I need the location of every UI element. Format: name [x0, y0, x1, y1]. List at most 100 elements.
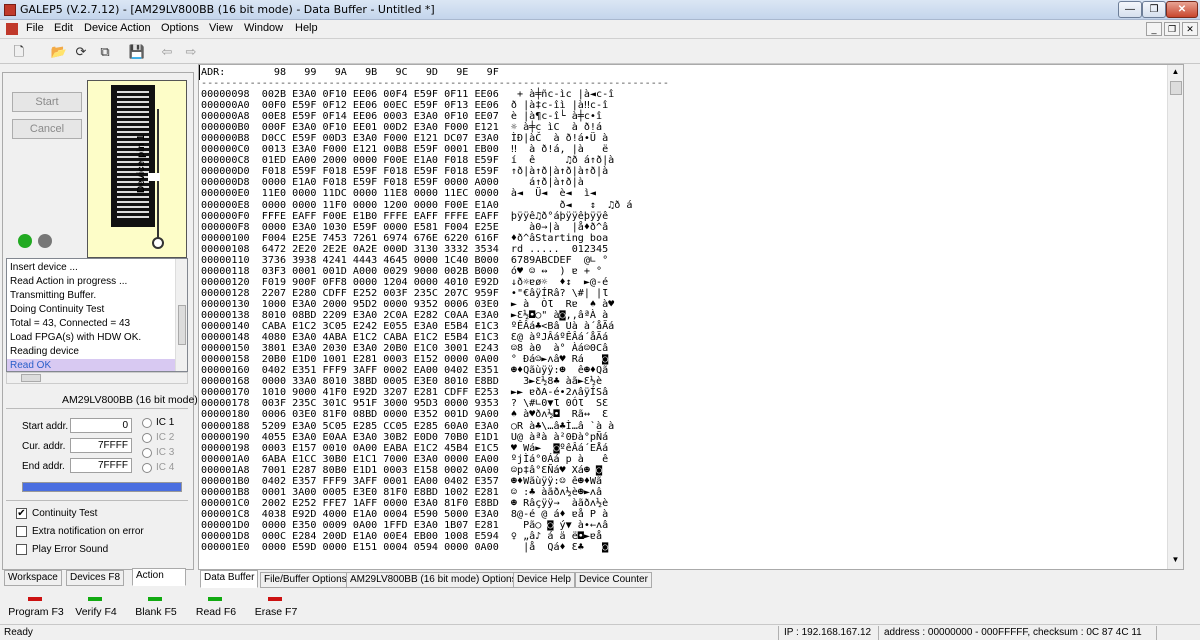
mdi-minimize-button[interactable]: _	[1146, 22, 1162, 36]
buffer-row[interactable]: 00000118 03F3 0001 001D A000 0029 9000 0…	[201, 266, 602, 277]
radio-ic3[interactable]	[142, 448, 152, 458]
buffer-row[interactable]: 000001C0 2002 E252 FFE7 1AFF 0000 E3A0 8…	[201, 498, 608, 509]
app-icon[interactable]	[4, 4, 16, 16]
buffer-row[interactable]: 000001E0 0000 E59D 0000 E151 0004 0594 0…	[201, 542, 608, 553]
radio-ic1[interactable]	[142, 418, 152, 428]
menu-edit[interactable]: Edit	[54, 22, 73, 34]
mdi-restore-button[interactable]: ❐	[1164, 22, 1180, 36]
buffer-row[interactable]: 000001A8 7001 E287 80B0 E1D1 0003 E158 0…	[201, 465, 602, 476]
buffer-row[interactable]: 00000178 003F 235C 301C 951F 3000 95D3 0…	[201, 398, 608, 409]
menu-options[interactable]: Options	[161, 22, 199, 34]
continuity-test-checkbox[interactable]: ✔	[16, 508, 27, 519]
cancel-button[interactable]: Cancel	[12, 119, 82, 139]
buffer-row[interactable]: 00000108 6472 2E20 2E2E 0A2E 000D 3130 3…	[201, 244, 608, 255]
buffer-row[interactable]: 000000F0 FFFE EAFF F00E E1B0 FFFE EAFF F…	[201, 211, 608, 222]
buffer-row[interactable]: 000001B0 0402 E357 FFF9 3AFF 0001 EA00 0…	[201, 476, 602, 487]
tab-file-buffer-options[interactable]: File/Buffer Options	[260, 572, 351, 588]
buffer-row[interactable]: 000001A0 6ABA E1CC 30B0 E1C1 7000 E3A0 0…	[201, 454, 608, 465]
save-icon[interactable]: 💾	[128, 43, 146, 61]
buffer-row[interactable]: 000001D8 000C E284 200D E1A0 00E4 EB00 1…	[201, 531, 602, 542]
buffer-row[interactable]: 00000128 2207 E280 CDFF E252 003F 235C 2…	[201, 288, 608, 299]
radio-ic4[interactable]	[142, 463, 152, 473]
maximize-button[interactable]: ❐	[1142, 1, 1166, 18]
buffer-row[interactable]: 000000E8 0000 0000 11F0 0000 1200 0000 F…	[201, 200, 632, 211]
buffer-row[interactable]: 00000180 0006 03E0 81F0 08BD 0000 E352 0…	[201, 409, 608, 420]
tab-devices[interactable]: Devices F8	[66, 570, 125, 586]
scroll-up-icon[interactable]: ▲	[1170, 67, 1181, 78]
buffer-scroll-thumb[interactable]	[1170, 81, 1182, 95]
tab-device-help[interactable]: Device Help	[513, 572, 575, 588]
buffer-row[interactable]: 00000198 0003 E157 0010 0A00 EABA E1C2 4…	[201, 443, 608, 454]
buffer-row[interactable]: 000000D0 F018 E59F F018 E59F F018 E59F F…	[201, 166, 608, 177]
buffer-row[interactable]: 000000A0 00F0 E59F 0F12 EE06 00EC E59F 0…	[201, 100, 608, 111]
tab-action[interactable]: Action	[132, 568, 186, 586]
program-label: Program F3	[8, 606, 64, 618]
buffer-row[interactable]: 00000120 F019 900F 0FF8 0000 1204 0000 4…	[201, 277, 608, 288]
buffer-row[interactable]: 000000E0 11E0 0000 11DC 0000 11E8 0000 1…	[201, 188, 596, 199]
cur-addr-field[interactable]: 7FFFF	[70, 438, 132, 453]
buffer-row[interactable]: 000000B0 000F E3A0 0F10 EE01 00D2 E3A0 F…	[201, 122, 602, 133]
menu-file[interactable]: File	[26, 22, 44, 34]
play-error-sound-checkbox[interactable]	[16, 544, 27, 555]
reload-icon[interactable]: ⟳	[72, 43, 90, 61]
scroll-down-icon[interactable]: ▼	[1170, 555, 1181, 566]
log-scroll-thumb[interactable]	[178, 305, 186, 345]
buffer-row[interactable]: 00000098 002B E3A0 0F10 EE06 00F4 E59F 0…	[201, 89, 614, 100]
tab-device-options[interactable]: AM29LV800BB (16 bit mode) Options	[346, 572, 521, 588]
buffer-row[interactable]: 00000110 3736 3938 4241 4443 4645 0000 1…	[201, 255, 608, 266]
mdi-close-button[interactable]: ✕	[1182, 22, 1198, 36]
buffer-row[interactable]: 00000148 4080 E3A0 4ABA E1C2 CABA E1C2 E…	[201, 332, 608, 343]
buffer-row[interactable]: 000000D8 0000 E1A0 F018 E59F F018 E59F 0…	[201, 177, 584, 188]
program-button[interactable]: Program F3	[6, 596, 66, 620]
tab-data-buffer[interactable]: Data Buffer	[200, 570, 258, 588]
log-horizontal-scrollbar[interactable]	[6, 372, 188, 384]
tab-workspace[interactable]: Workspace	[4, 570, 62, 586]
buffer-row[interactable]: 000001B8 0001 3A00 0005 E3E0 81F0 E8BD 1…	[201, 487, 602, 498]
start-button[interactable]: Start	[12, 92, 82, 112]
buffer-row[interactable]: 00000168 0000 33A0 8010 38BD 0005 E3E0 8…	[201, 376, 602, 387]
new-file-icon[interactable]: 🗋	[10, 43, 28, 61]
buffer-vertical-scrollbar[interactable]: ▲ ▼	[1167, 65, 1183, 569]
log-vertical-scrollbar[interactable]	[175, 259, 187, 371]
buffer-row[interactable]: 00000138 8010 08BD 2209 E3A0 2C0A E282 C…	[201, 310, 608, 321]
buffer-row[interactable]: 00000130 1000 E3A0 2000 95D2 0000 9352 0…	[201, 299, 614, 310]
action-log[interactable]: Insert device ... Read Action in progres…	[6, 258, 188, 372]
extra-notification-checkbox[interactable]	[16, 526, 27, 537]
menu-device-action[interactable]: Device Action	[84, 22, 151, 34]
buffer-row[interactable]: 00000160 0402 E351 FFF9 3AFF 0002 EA00 0…	[201, 365, 608, 376]
read-button[interactable]: Read F6	[186, 596, 246, 620]
buffer-row[interactable]: 00000100 F004 E25E 7453 7261 6974 676E 6…	[201, 233, 608, 244]
buffer-row[interactable]: 000000B8 D0CC E59F 00D3 E3A0 F000 E121 D…	[201, 133, 608, 144]
buffer-row[interactable]: 000000C8 01ED EA00 2000 0000 F00E E1A0 F…	[201, 155, 614, 166]
buffer-row[interactable]: 00000188 5209 E3A0 5C05 E285 CC05 E285 6…	[201, 421, 614, 432]
open-folder-icon[interactable]: 📂	[50, 43, 68, 61]
start-addr-field[interactable]: 0	[70, 418, 132, 433]
buffer-row[interactable]: 000000F8 0000 E3A0 1030 E59F 0000 E581 F…	[201, 222, 608, 233]
minimize-button[interactable]: —	[1118, 1, 1142, 18]
buffer-row[interactable]: 00000190 4055 E3A0 E0AA E3A0 30B2 E0D0 7…	[201, 432, 608, 443]
buffer-row[interactable]: 000000C0 0013 E3A0 F000 E121 00B8 E59F 0…	[201, 144, 608, 155]
forward-arrow-icon[interactable]: ⇨	[182, 43, 200, 61]
menu-help[interactable]: Help	[295, 22, 318, 34]
buffer-row[interactable]: 00000140 CABA E1C2 3C05 E242 E055 E3A0 E…	[201, 321, 614, 332]
data-buffer-view[interactable]: ADR: 98 99 9A 9B 9C 9D 9E 9F -----------…	[198, 64, 1184, 570]
copy-icon[interactable]: ⧉	[96, 43, 114, 61]
tab-device-counter[interactable]: Device Counter	[575, 572, 652, 588]
end-addr-field[interactable]: 7FFFF	[70, 458, 132, 473]
document-icon[interactable]	[6, 23, 18, 35]
menu-window[interactable]: Window	[244, 22, 283, 34]
buffer-row[interactable]: 000000A8 00E8 E59F 0F14 EE06 0003 E3A0 0…	[201, 111, 602, 122]
log-hscroll-thumb[interactable]	[21, 374, 41, 382]
buffer-row[interactable]: 00000150 3801 E3A0 2030 E3A0 20B0 E1C0 3…	[201, 343, 608, 354]
buffer-row[interactable]: 00000158 20B0 E1D0 1001 E281 0003 E152 0…	[201, 354, 608, 365]
radio-ic2[interactable]	[142, 433, 152, 443]
close-button[interactable]: ✕	[1166, 1, 1198, 18]
buffer-row[interactable]: 00000170 1010 9000 41F0 E92D 3207 E281 C…	[201, 387, 608, 398]
menu-view[interactable]: View	[209, 22, 233, 34]
buffer-row[interactable]: 000001D0 0000 E350 0009 0A00 1FFD E3A0 1…	[201, 520, 608, 531]
blank-button[interactable]: Blank F5	[126, 596, 186, 620]
back-arrow-icon[interactable]: ⇦	[158, 43, 176, 61]
erase-button[interactable]: Erase F7	[246, 596, 306, 620]
verify-button[interactable]: Verify F4	[66, 596, 126, 620]
buffer-row[interactable]: 000001C8 4038 E92D 4000 E1A0 0004 E590 5…	[201, 509, 608, 520]
